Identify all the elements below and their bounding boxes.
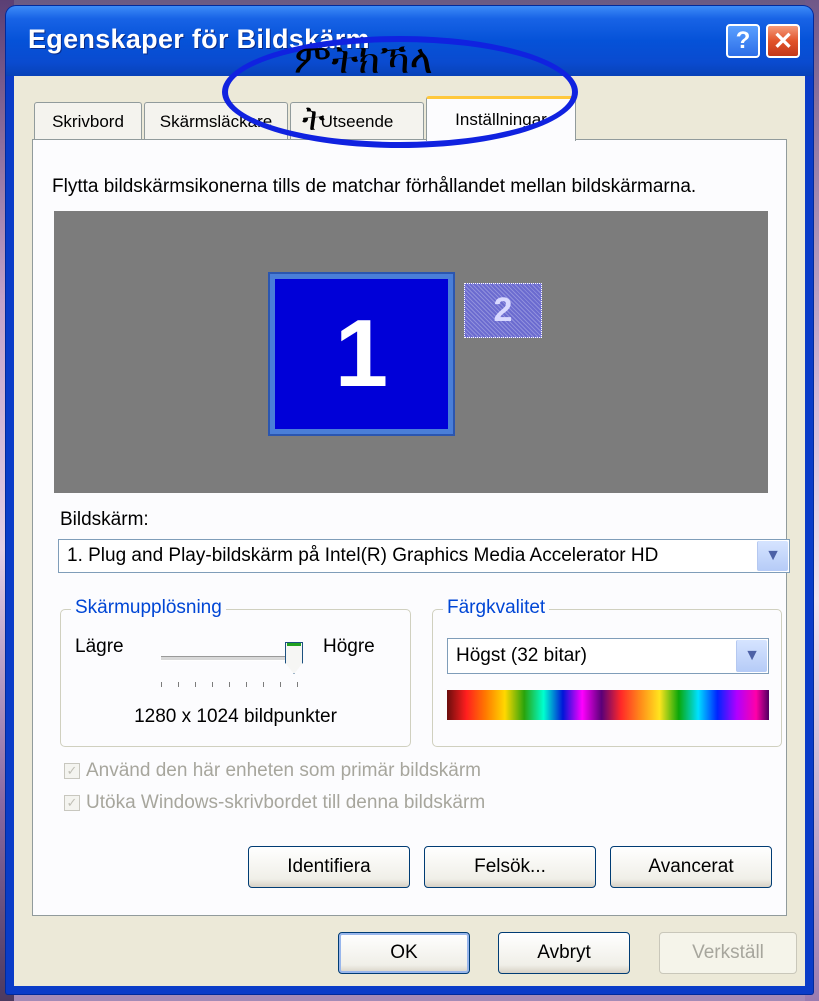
close-button[interactable]: ✕ (766, 24, 800, 58)
dialog-client-area: Skrivbord Skärmsläckare Utseende Inställ… (14, 76, 805, 986)
extend-desktop-checkbox[interactable]: ✓ (64, 795, 80, 811)
extend-desktop-checkbox-row: ✓ Utöka Windows-skrivbordet till denna b… (64, 792, 485, 814)
color-quality-value: Högst (32 bitar) (456, 645, 587, 666)
resolution-low-label: Lägre (75, 636, 124, 657)
slider-tick (229, 682, 230, 687)
display-select[interactable]: 1. Plug and Play-bildskärm på Intel(R) G… (58, 539, 790, 573)
slider-tick (161, 682, 162, 687)
slider-tick (178, 682, 179, 687)
slider-tick (297, 682, 298, 687)
annotation-text: ምትክኻላ (294, 37, 433, 83)
primary-display-label: Använd den här enheten som primär bildsk… (86, 760, 481, 781)
tab-skrivbord[interactable]: Skrivbord (34, 102, 142, 140)
ok-button[interactable]: OK (338, 932, 470, 974)
monitor-1-icon[interactable]: 1 (268, 272, 455, 436)
monitor-1-label: 1 (334, 300, 389, 407)
slider-thumb-accent (287, 643, 301, 646)
help-icon: ? (735, 27, 751, 54)
slider-tick (212, 682, 213, 687)
color-spectrum-preview (447, 690, 769, 720)
instruction-text: Flytta bildskärmsikonerna tills de match… (52, 176, 697, 197)
extend-desktop-label: Utöka Windows-skrivbordet till denna bil… (86, 792, 486, 813)
resolution-slider-ticks (161, 682, 301, 688)
primary-display-checkbox[interactable]: ✓ (64, 763, 80, 779)
primary-display-checkbox-row: ✓ Använd den här enheten som primär bild… (64, 760, 481, 782)
color-quality-group: Färgkvalitet Högst (32 bitar) ▼ (432, 597, 782, 747)
display-label: Bildskärm: (60, 509, 149, 530)
help-button[interactable]: ? (726, 24, 760, 58)
monitor-2-label: 2 (493, 291, 513, 329)
resolution-group-title: Skärmupplösning (71, 597, 226, 619)
monitor-2-icon[interactable]: 2 (464, 283, 542, 338)
color-quality-select[interactable]: Högst (32 bitar) ▼ (447, 638, 769, 674)
slider-tick (195, 682, 196, 687)
slider-tick (246, 682, 247, 687)
chevron-down-icon[interactable]: ▼ (736, 640, 767, 672)
resolution-slider-track[interactable] (161, 656, 301, 661)
apply-button[interactable]: Verkställ (659, 932, 797, 974)
identify-button[interactable]: Identifiera (248, 846, 410, 888)
cancel-button[interactable]: Avbryt (498, 932, 630, 974)
resolution-slider-thumb[interactable] (285, 642, 303, 674)
advanced-button[interactable]: Avancerat (610, 846, 772, 888)
close-icon: ✕ (772, 27, 794, 55)
slider-tick (263, 682, 264, 687)
resolution-high-label: Högre (323, 636, 375, 657)
annotation-text-2: ት (302, 99, 325, 139)
chevron-down-icon[interactable]: ▼ (757, 541, 788, 571)
slider-tick (280, 682, 281, 687)
monitor-arrangement-area[interactable]: 1 2 (54, 211, 768, 493)
display-select-value: 1. Plug and Play-bildskärm på Intel(R) G… (67, 545, 659, 566)
resolution-value: 1280 x 1024 bildpunkter (134, 706, 337, 727)
resolution-group: Skärmupplösning Lägre Högre 1280 x 1024 … (60, 597, 411, 747)
troubleshoot-button[interactable]: Felsök... (424, 846, 596, 888)
display-properties-dialog: Egenskaper för Bildskärm ? ✕ Skrivbord S… (6, 6, 813, 994)
color-quality-group-title: Färgkvalitet (443, 597, 550, 619)
